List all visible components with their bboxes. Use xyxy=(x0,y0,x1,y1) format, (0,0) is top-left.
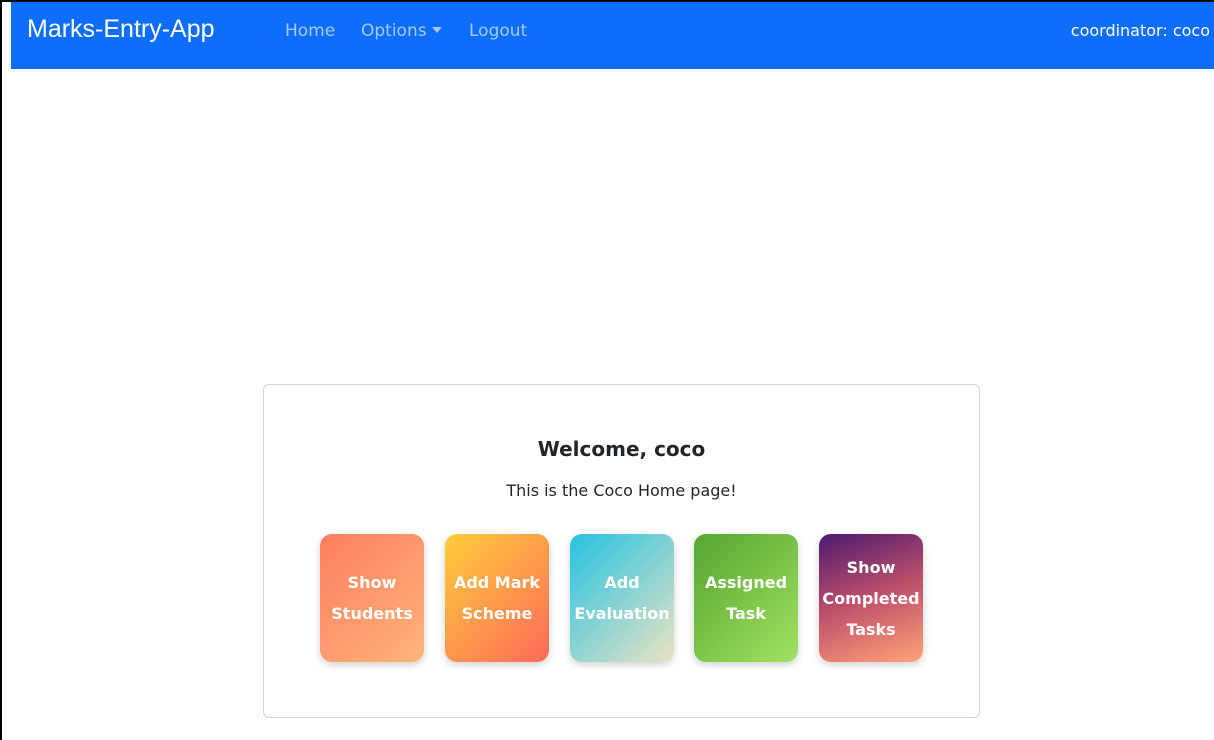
tile-label: Assigned Task xyxy=(704,573,788,623)
tile-label: Add Evaluation xyxy=(574,573,670,623)
welcome-card: Welcome, coco This is the Coco Home page… xyxy=(263,384,980,718)
show-students-button[interactable]: Show Students xyxy=(320,534,424,662)
tile-label: Add Mark Scheme xyxy=(453,573,541,623)
caret-down-icon xyxy=(431,27,442,33)
tile-label: Show Completed Tasks xyxy=(822,557,920,639)
current-user-label: coordinator: coco xyxy=(1070,21,1210,40)
app-window: Marks-Entry-App Home Options Logout coor… xyxy=(0,0,1214,740)
welcome-subtitle: This is the Coco Home page! xyxy=(506,481,737,500)
assigned-task-button[interactable]: Assigned Task xyxy=(694,534,798,662)
action-tiles: Show Students Add Mark Scheme Add Evalua… xyxy=(320,534,926,662)
add-mark-scheme-button[interactable]: Add Mark Scheme xyxy=(445,534,549,662)
top-navbar: Marks-Entry-App Home Options Logout coor… xyxy=(11,2,1214,69)
nav-options-dropdown[interactable]: Options xyxy=(361,21,442,41)
welcome-heading: Welcome, coco xyxy=(537,437,706,461)
nav-logout-link[interactable]: Logout xyxy=(469,21,527,41)
show-completed-tasks-button[interactable]: Show Completed Tasks xyxy=(819,534,923,662)
nav-home-link[interactable]: Home xyxy=(285,21,335,41)
brand-logo[interactable]: Marks-Entry-App xyxy=(27,15,215,44)
tile-label: Show Students xyxy=(331,573,413,623)
add-evaluation-button[interactable]: Add Evaluation xyxy=(570,534,674,662)
nav-options-label: Options xyxy=(361,21,427,41)
